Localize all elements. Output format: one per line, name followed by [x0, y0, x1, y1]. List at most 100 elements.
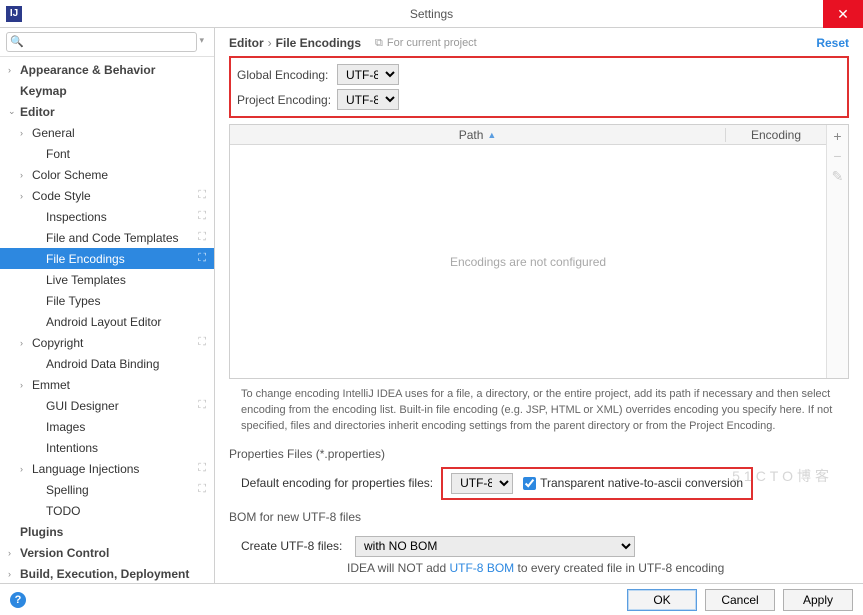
- chevron-right-icon: ›: [20, 128, 32, 138]
- sidebar-item-file-encodings[interactable]: File Encodings⛶: [0, 248, 214, 269]
- project-level-icon: ⛶: [198, 399, 206, 412]
- search-icon: 🔍: [10, 35, 24, 48]
- ok-button[interactable]: OK: [627, 589, 697, 611]
- column-encoding[interactable]: Encoding: [726, 128, 826, 142]
- chevron-right-icon: ›: [8, 65, 20, 75]
- sidebar-item-todo[interactable]: TODO: [0, 500, 214, 521]
- project-level-icon: ⛶: [198, 483, 206, 496]
- sidebar-item-label: Font: [46, 147, 214, 161]
- sidebar-item-label: Images: [46, 420, 214, 434]
- sidebar-item-label: Live Templates: [46, 273, 214, 287]
- sidebar-item-android-data-binding[interactable]: Android Data Binding: [0, 353, 214, 374]
- sidebar-item-label: GUI Designer: [46, 399, 198, 413]
- project-level-icon: ⛶: [198, 210, 206, 223]
- sidebar-item-label: Intentions: [46, 441, 214, 455]
- project-level-icon: ⛶: [198, 231, 206, 244]
- chevron-right-icon: ›: [20, 170, 32, 180]
- global-encoding-label: Global Encoding:: [237, 68, 337, 82]
- window-title: Settings: [0, 7, 863, 21]
- chevron-right-icon: ›: [20, 338, 32, 348]
- sidebar-item-version-control[interactable]: ›Version Control: [0, 542, 214, 563]
- properties-section-title: Properties Files (*.properties): [229, 447, 849, 461]
- sidebar-item-spelling[interactable]: Spelling⛶: [0, 479, 214, 500]
- search-input[interactable]: [6, 32, 197, 52]
- transparent-ascii-label: Transparent native-to-ascii conversion: [540, 476, 743, 490]
- sidebar-item-inspections[interactable]: Inspections⛶: [0, 206, 214, 227]
- sidebar-item-general[interactable]: ›General: [0, 122, 214, 143]
- sidebar-item-label: Keymap: [20, 84, 214, 98]
- apply-button[interactable]: Apply: [783, 589, 853, 611]
- chevron-right-icon: ›: [8, 569, 20, 579]
- sidebar-item-live-templates[interactable]: Live Templates: [0, 269, 214, 290]
- sidebar-item-label: File and Code Templates: [46, 231, 198, 245]
- sort-asc-icon: ▲: [487, 130, 496, 140]
- project-encoding-label: Project Encoding:: [237, 93, 337, 107]
- cancel-button[interactable]: Cancel: [705, 589, 775, 611]
- sidebar-item-images[interactable]: Images: [0, 416, 214, 437]
- sidebar-item-label: File Encodings: [46, 252, 198, 266]
- sidebar-item-label: File Types: [46, 294, 214, 308]
- copy-icon: ⧉: [375, 37, 383, 50]
- table-empty-message: Encodings are not configured: [230, 145, 826, 378]
- sidebar-item-appearance-behavior[interactable]: ›Appearance & Behavior: [0, 59, 214, 80]
- sidebar-item-code-style[interactable]: ›Code Style⛶: [0, 185, 214, 206]
- remove-row-button[interactable]: −: [833, 149, 841, 163]
- sidebar-item-label: General: [32, 126, 214, 140]
- project-level-icon: ⛶: [198, 252, 206, 265]
- sidebar-item-file-types[interactable]: File Types: [0, 290, 214, 311]
- sidebar-item-label: TODO: [46, 504, 214, 518]
- reset-link[interactable]: Reset: [816, 36, 849, 50]
- sidebar-item-label: Copyright: [32, 336, 198, 350]
- sidebar-item-label: Appearance & Behavior: [20, 63, 214, 77]
- chevron-right-icon: ›: [20, 380, 32, 390]
- properties-encoding-select[interactable]: UTF-8: [451, 473, 513, 494]
- sidebar-item-label: Language Injections: [32, 462, 198, 476]
- close-button[interactable]: ✕: [823, 0, 863, 28]
- project-level-icon: ⛶: [198, 336, 206, 349]
- sidebar-item-color-scheme[interactable]: ›Color Scheme: [0, 164, 214, 185]
- sidebar-item-intentions[interactable]: Intentions: [0, 437, 214, 458]
- sidebar-item-gui-designer[interactable]: GUI Designer⛶: [0, 395, 214, 416]
- settings-tree[interactable]: ›Appearance & BehaviorKeymap⌄Editor›Gene…: [0, 57, 214, 583]
- column-path[interactable]: Path ▲: [230, 128, 726, 142]
- sidebar-item-label: Plugins: [20, 525, 214, 539]
- sidebar-item-copyright[interactable]: ›Copyright⛶: [0, 332, 214, 353]
- chevron-right-icon: ›: [20, 191, 32, 201]
- edit-row-button[interactable]: ✎: [832, 169, 844, 183]
- properties-encoding-label: Default encoding for properties files:: [241, 476, 433, 490]
- project-level-icon: ⛶: [198, 189, 206, 202]
- sidebar-item-label: Version Control: [20, 546, 214, 560]
- chevron-down-icon: ⌄: [8, 106, 20, 117]
- utf8-bom-link[interactable]: UTF-8 BOM: [449, 561, 514, 575]
- bom-select[interactable]: with NO BOM: [355, 536, 635, 557]
- sidebar-item-keymap[interactable]: Keymap: [0, 80, 214, 101]
- sidebar-item-label: Build, Execution, Deployment: [20, 567, 214, 581]
- sidebar-item-build-execution-deployment[interactable]: ›Build, Execution, Deployment: [0, 563, 214, 583]
- sidebar-item-android-layout-editor[interactable]: Android Layout Editor: [0, 311, 214, 332]
- global-encoding-select[interactable]: UTF-8: [337, 64, 399, 85]
- sidebar-item-editor[interactable]: ⌄Editor: [0, 101, 214, 122]
- sidebar-item-language-injections[interactable]: ›Language Injections⛶: [0, 458, 214, 479]
- sidebar-item-emmet[interactable]: ›Emmet: [0, 374, 214, 395]
- project-level-icon: ⛶: [198, 462, 206, 475]
- sidebar-item-label: Android Data Binding: [46, 357, 214, 371]
- sidebar-item-label: Editor: [20, 105, 214, 119]
- sidebar-item-file-and-code-templates[interactable]: File and Code Templates⛶: [0, 227, 214, 248]
- sidebar-item-label: Spelling: [46, 483, 198, 497]
- sidebar-item-label: Android Layout Editor: [46, 315, 214, 329]
- project-encoding-select[interactable]: UTF-8: [337, 89, 399, 110]
- breadcrumb: Editor›File Encodings: [229, 36, 361, 50]
- sidebar-item-label: Code Style: [32, 189, 198, 203]
- chevron-right-icon: ›: [8, 548, 20, 558]
- help-icon[interactable]: ?: [10, 592, 26, 608]
- bom-label: Create UTF-8 files:: [241, 539, 347, 553]
- sidebar-item-font[interactable]: Font: [0, 143, 214, 164]
- help-text: To change encoding IntelliJ IDEA uses fo…: [229, 379, 849, 445]
- sidebar-item-plugins[interactable]: Plugins: [0, 521, 214, 542]
- chevron-down-icon[interactable]: ▾: [199, 35, 204, 46]
- transparent-ascii-checkbox[interactable]: [523, 477, 536, 490]
- chevron-right-icon: ›: [20, 464, 32, 474]
- add-row-button[interactable]: +: [833, 129, 841, 143]
- sidebar-item-label: Color Scheme: [32, 168, 214, 182]
- bom-section-title: BOM for new UTF-8 files: [229, 510, 849, 524]
